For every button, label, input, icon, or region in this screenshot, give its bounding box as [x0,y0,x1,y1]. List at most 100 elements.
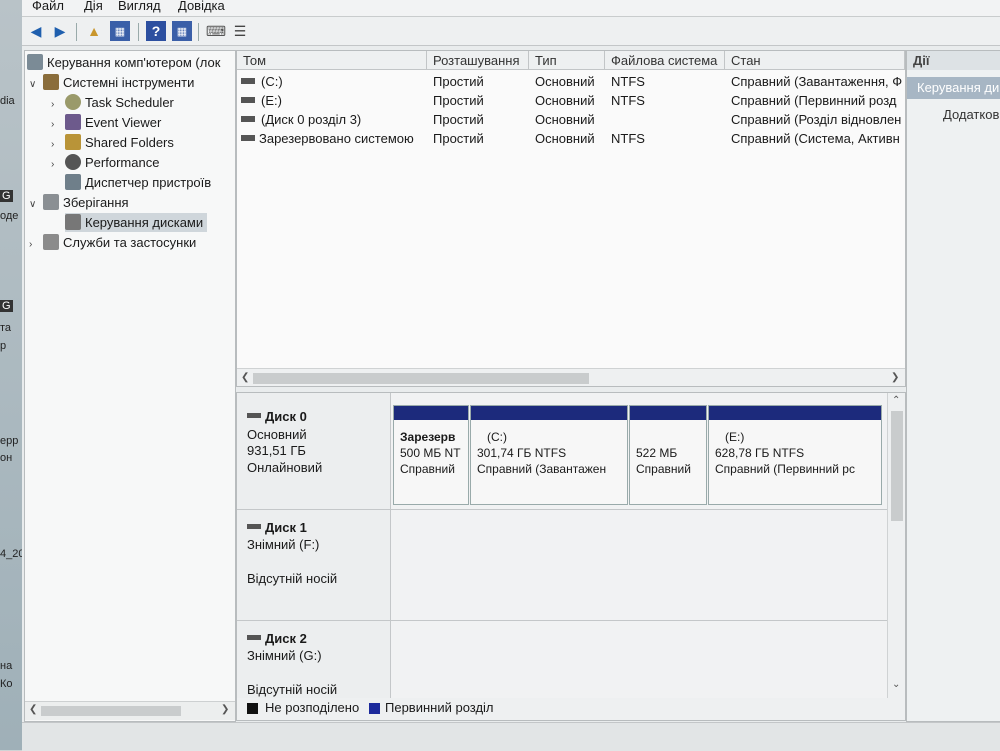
scroll-right-icon[interactable]: ❯ [221,704,229,715]
disk-0-kind: Основний [247,427,307,442]
desktop-icon-label: он [0,452,13,464]
device-manager-icon [65,174,81,190]
table-row[interactable]: (C:) [241,72,427,91]
properties-icon[interactable]: ☰ [230,21,250,41]
disk-icon [247,524,261,529]
column-header-status[interactable]: Стан [725,51,905,70]
connect-disk-icon[interactable]: ⌨ [206,21,226,41]
disk-graphical-view: Диск 0 Основний 931,51 ГБ Онлайновий Зар… [236,392,906,700]
desktop-icon-label: Ко [0,678,13,690]
disk-view-vertical-scrollbar[interactable]: ⌃ ⌄ [887,393,905,699]
scroll-right-icon[interactable]: ❯ [891,372,899,383]
table-row[interactable]: (Диск 0 розділ 3) [241,110,427,129]
scrollbar-thumb[interactable] [891,411,903,521]
column-header-volume[interactable]: Том [237,51,427,70]
table-row[interactable]: Зарезервовано системою [241,129,427,148]
show-hide-console-tree-icon[interactable]: ▦ [110,21,130,41]
disk-1-label[interactable]: Диск 1 Знімний (F:) Відсутній носій [237,510,391,621]
tree-node-performance[interactable]: › Performance [51,153,159,172]
actions-section-disk-management[interactable]: Керування ди [907,77,1000,99]
actions-header: Дії [907,51,1000,70]
column-header-layout[interactable]: Розташування [427,51,529,70]
table-row[interactable]: (E:) [241,91,427,110]
tree-node-event-viewer[interactable]: › Event Viewer [51,113,161,132]
volume-status: Справний (Система, Активн [731,131,900,146]
tree-horizontal-scrollbar[interactable]: ❮ ❯ [25,701,235,720]
volume-list: Том Розташування Тип Файлова система Ста… [236,50,906,387]
scroll-up-icon[interactable]: ⌃ [892,395,900,406]
scroll-down-icon[interactable]: ⌄ [892,679,900,690]
chevron-down-icon[interactable]: ∨ [29,195,43,214]
disk-2-area [391,621,887,699]
volume-type: Основний [535,93,595,108]
primary-partition-swatch [369,703,380,714]
disk-0-size: 931,51 ГБ [247,443,306,458]
chevron-right-icon[interactable]: › [51,135,65,154]
partition-system-reserved[interactable]: Зарезерв 500 МБ NT Справний [393,405,469,505]
tree-node-task-scheduler[interactable]: › Task Scheduler [51,93,174,112]
legend-unallocated: Не розподілено [265,700,360,715]
desktop-icon-label: р [0,340,7,352]
performance-icon [65,154,81,170]
scroll-left-icon[interactable]: ❮ [29,704,37,715]
tree-node-disk-management[interactable]: Керування дисками [65,213,208,232]
column-header-type[interactable]: Тип [529,51,605,70]
tree-node-services-applications[interactable]: › Служби та застосунки [29,233,196,252]
menu-file[interactable]: Файл [32,0,64,13]
disk-0-label[interactable]: Диск 0 Основний 931,51 ГБ Онлайновий [237,393,391,510]
volume-icon [241,78,255,84]
volume-status: Справний (Завантаження, Ф [731,74,903,89]
forward-arrow-icon[interactable]: ▶ [50,21,70,41]
show-hide-action-pane-icon[interactable]: ▦ [172,21,192,41]
scrollbar-thumb[interactable] [253,373,589,384]
tree-node-storage[interactable]: ∨ Зберігання [29,193,129,212]
scrollbar-thumb[interactable] [41,706,181,716]
desktop-icon-label: 4_20 [0,548,22,560]
volume-list-horizontal-scrollbar[interactable]: ❮ ❯ [237,368,905,386]
partition-title: Зарезерв [400,430,456,444]
partition-size: 500 МБ NT [400,446,461,460]
disk-1-state: Відсутній носій [247,571,338,586]
volume-file-system: NTFS [611,131,645,146]
column-header-file-system[interactable]: Файлова система [605,51,725,70]
disk-1-area [391,510,887,621]
desktop-icon-label: G [0,190,13,202]
computer-management-window: Файл Дія Вигляд Довідка ◀ ▶ ▲ ▦ ? ▦ ⌨ ☰ … [22,0,1000,751]
partition-recovery[interactable]: 522 МБ Справний [629,405,707,505]
tree-node-device-manager[interactable]: Диспетчер пристроїв [65,173,211,192]
menu-action[interactable]: Дія [84,0,103,13]
tree-node-computer-management[interactable]: Керування комп'ютером (лок [27,53,220,72]
shared-folder-icon [65,134,81,150]
chevron-right-icon[interactable]: › [51,95,65,114]
volume-icon [241,116,255,122]
partition-c[interactable]: (C:) 301,74 ГБ NTFS Справний (Завантажен [470,405,628,505]
legend-primary: Первинний розділ [385,700,494,715]
desktop-icon-label: на [0,660,13,672]
scroll-left-icon[interactable]: ❮ [241,372,249,383]
disk-2-state: Відсутній носій [247,682,338,697]
disk-2-label[interactable]: Диск 2 Знімний (G:) Відсутній носій [237,621,391,699]
volume-file-system: NTFS [611,93,645,108]
partition-e[interactable]: (E:) 628,78 ГБ NTFS Справний (Первинний … [708,405,882,505]
menu-help[interactable]: Довідка [178,0,225,13]
chevron-right-icon[interactable]: › [51,155,65,174]
tree-node-system-tools[interactable]: ∨ Системні інструменти [29,73,194,92]
desktop-icon-label: G [0,300,13,312]
help-icon[interactable]: ? [146,21,166,41]
partition-status: Справний (Завантажен [477,462,607,476]
chevron-right-icon[interactable]: › [51,115,65,134]
menu-view[interactable]: Вигляд [118,0,161,13]
chevron-right-icon[interactable]: › [29,235,43,254]
volume-icon [241,135,255,141]
up-folder-icon[interactable]: ▲ [84,21,104,41]
tree-node-shared-folders[interactable]: › Shared Folders [51,133,174,152]
volume-type: Основний [535,112,595,127]
menu-bar: Файл Дія Вигляд Довідка [22,0,1000,17]
back-arrow-icon[interactable]: ◀ [26,21,46,41]
chevron-down-icon[interactable]: ∨ [29,75,43,94]
volume-layout: Простий [433,131,484,146]
console-tree: Керування комп'ютером (лок ∨ Системні інс… [24,50,236,722]
actions-more[interactable]: Додатков [943,107,999,122]
volume-layout: Простий [433,74,484,89]
desktop-icon-label: оде [0,210,19,222]
